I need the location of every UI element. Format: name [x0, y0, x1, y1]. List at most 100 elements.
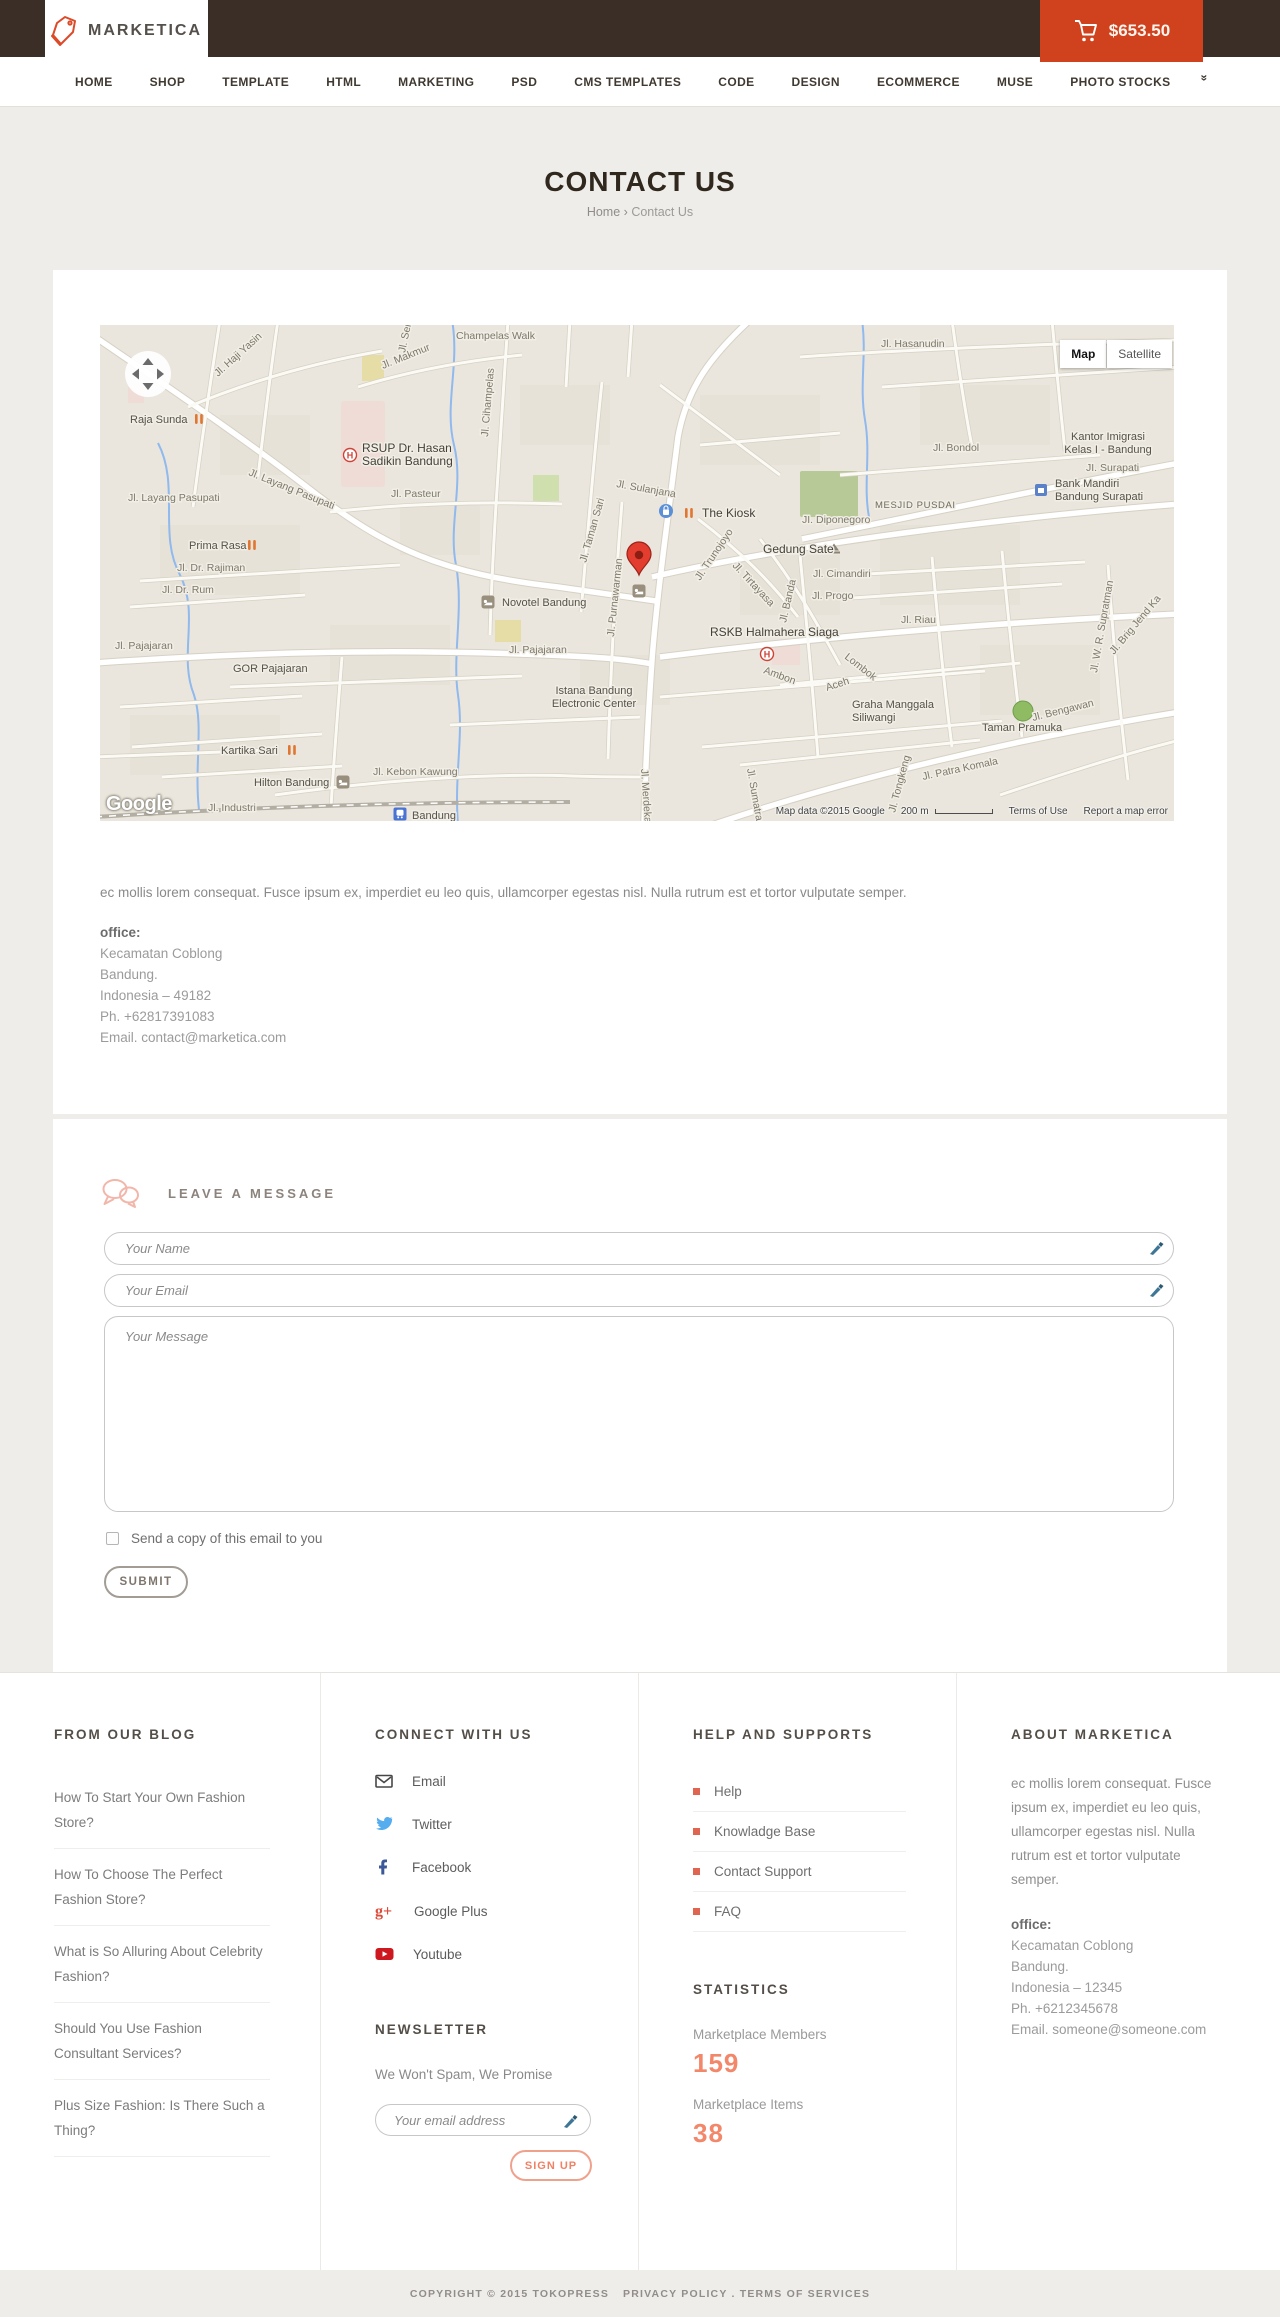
satellite-button[interactable]: Satellite	[1107, 340, 1172, 368]
square-bullet-icon	[693, 1788, 700, 1795]
send-copy-checkbox[interactable]	[106, 1532, 119, 1545]
shopping-bag-icon	[659, 504, 673, 518]
map-type-controls: Map Satellite	[1060, 340, 1172, 368]
cat-template[interactable]: TEMPLATE	[222, 75, 289, 89]
square-bullet-icon	[693, 1828, 700, 1835]
address-line: Bandung.	[1011, 1959, 1069, 1974]
page-title: CONTACT US	[544, 166, 736, 197]
address-line: Bandung.	[100, 967, 158, 982]
help-link[interactable]: Knowladge Base	[693, 1812, 906, 1852]
cat-code[interactable]: CODE	[718, 75, 754, 89]
message-textarea[interactable]	[104, 1316, 1174, 1512]
office-label: office:	[100, 925, 141, 940]
map-label: Jl. Pajajaran	[115, 640, 173, 652]
help-link[interactable]: FAQ	[693, 1892, 906, 1932]
map-label: Taman Pramuka	[982, 722, 1063, 734]
hospital-icon: H	[759, 646, 775, 662]
map-pan-control[interactable]	[125, 351, 171, 397]
social-link-google-plus[interactable]: g+ Google Plus	[375, 1902, 588, 1920]
map-label: Jl. Pasteur	[391, 488, 441, 500]
footer-blog-column: FROM OUR BLOG How To Start Your Own Fash…	[0, 1673, 320, 2270]
blog-post-link[interactable]: How To Start Your Own Fashion Store?	[54, 1772, 270, 1849]
cat-cms-templates[interactable]: CMS TEMPLATES	[574, 75, 681, 89]
svg-text:g+: g+	[375, 1903, 392, 1920]
chevron-down-icon[interactable]: »	[1197, 74, 1211, 81]
map-label: The Kiosk	[702, 506, 756, 520]
blog-post-link[interactable]: Plus Size Fashion: Is There Such a Thing…	[54, 2080, 270, 2157]
cart-total: $653.50	[1108, 21, 1171, 40]
cat-shop[interactable]: SHOP	[150, 75, 186, 89]
footer: FROM OUR BLOG How To Start Your Own Fash…	[0, 1672, 1280, 2270]
newsletter-email-input[interactable]	[376, 2105, 590, 2135]
social-link-facebook[interactable]: Facebook	[375, 1858, 588, 1876]
email-input[interactable]	[104, 1274, 1174, 1307]
google-logo[interactable]: Google	[106, 793, 172, 816]
newsletter-heading: NEWSLETTER	[375, 2022, 488, 2037]
submit-button[interactable]: SUBMIT	[104, 1566, 188, 1598]
square-bullet-icon	[693, 1908, 700, 1915]
signup-button[interactable]: SIGN UP	[510, 2150, 592, 2181]
youtube-icon	[375, 1948, 394, 1960]
social-link-twitter[interactable]: Twitter	[375, 1816, 588, 1832]
map-label: Gedung Sate	[763, 542, 834, 556]
address-line: Kecamatan Coblong	[100, 946, 223, 961]
email-icon	[375, 1774, 393, 1788]
cat-marketing[interactable]: MARKETING	[398, 75, 474, 89]
contact-intro: ec mollis lorem consequat. Fusce ipsum e…	[100, 885, 907, 900]
map-label: RSUP Dr. Hasan Sadikin Bandung	[362, 441, 453, 468]
report-map-error-link[interactable]: Report a map error	[1084, 806, 1168, 817]
newsletter-tagline: We Won't Spam, We Promise	[375, 2067, 553, 2082]
cat-psd[interactable]: PSD	[511, 75, 537, 89]
cart-button[interactable]: $653.50	[1040, 0, 1203, 62]
footer-help-column: HELP AND SUPPORTS Help Knowladge Base Co…	[638, 1673, 956, 2270]
help-link[interactable]: Help	[693, 1772, 906, 1812]
send-copy-label: Send a copy of this email to you	[131, 1531, 323, 1546]
park-area	[800, 471, 858, 517]
logo[interactable]: MARKETICA	[45, 0, 208, 62]
cat-ecommerce[interactable]: ECOMMERCE	[877, 75, 960, 89]
map-label: JI. Surapati	[1086, 462, 1139, 474]
map-button[interactable]: Map	[1060, 340, 1107, 368]
logo-text: MARKETICA	[88, 22, 202, 39]
social-link-email[interactable]: Email	[375, 1772, 588, 1790]
bank-icon	[1035, 484, 1047, 496]
map-label: Hilton Bandung	[254, 777, 329, 789]
cat-design[interactable]: DESIGN	[792, 75, 840, 89]
breadcrumb-home[interactable]: Home	[587, 205, 620, 219]
stat-label: Marketplace Items	[693, 2097, 804, 2112]
cat-home[interactable]: HOME	[75, 75, 113, 89]
pen-icon	[1150, 1284, 1164, 1297]
terms-of-use-link[interactable]: Terms of Use	[1009, 806, 1068, 817]
address-line: Indonesia – 49182	[100, 988, 212, 1003]
name-input[interactable]	[104, 1232, 1174, 1265]
map-label: Prima Rasa	[189, 540, 247, 552]
map-scale: 200 m	[901, 806, 993, 817]
blog-post-link[interactable]: Should You Use Fashion Consultant Servic…	[54, 2003, 270, 2080]
blog-post-link[interactable]: How To Choose The Perfect Fashion Store?	[54, 1849, 270, 1926]
map-label: Bandung	[412, 810, 456, 821]
breadcrumb-separator: ›	[623, 205, 628, 219]
tag-logo-icon	[51, 16, 76, 46]
twitter-icon	[376, 1817, 393, 1830]
map-label: RSKB Halmahera Siaga	[710, 625, 839, 639]
pen-icon	[1150, 1242, 1164, 1255]
address-phone: Ph. +62817391083	[100, 1009, 215, 1024]
svg-text:H: H	[764, 649, 771, 659]
stat-value: 38	[693, 2118, 724, 2148]
blog-post-link[interactable]: What is So Alluring About Celebrity Fash…	[54, 1926, 270, 2003]
copyright-text: COPYRIGHT © 2015 TOKOPRESS	[409, 2287, 610, 2300]
help-link[interactable]: Contact Support	[693, 1852, 906, 1892]
google-map[interactable]: HH Champelas Walk Jl. Hasanudin Jl. Haji Y…	[100, 325, 1174, 821]
legal-links[interactable]: PRIVACY POLICY . TERMS OF SERVICES	[623, 2288, 870, 2300]
station-icon	[393, 807, 407, 821]
map-label: Kantor Imigrasi Kelas I - Bandung	[1064, 431, 1151, 456]
statistics-heading: STATISTICS	[693, 1982, 790, 1997]
cat-html[interactable]: HTML	[326, 75, 361, 89]
map-label: Jl. Riau	[901, 614, 936, 626]
social-link-youtube[interactable]: Youtube	[375, 1946, 588, 1962]
help-heading: HELP AND SUPPORTS	[693, 1727, 874, 1742]
hospital-icon: H	[342, 447, 358, 463]
cat-photo-stocks[interactable]: PHOTO STOCKS	[1070, 75, 1170, 89]
cat-muse[interactable]: MUSE	[997, 75, 1033, 89]
address-email: Email. contact@marketica.com	[100, 1030, 287, 1045]
